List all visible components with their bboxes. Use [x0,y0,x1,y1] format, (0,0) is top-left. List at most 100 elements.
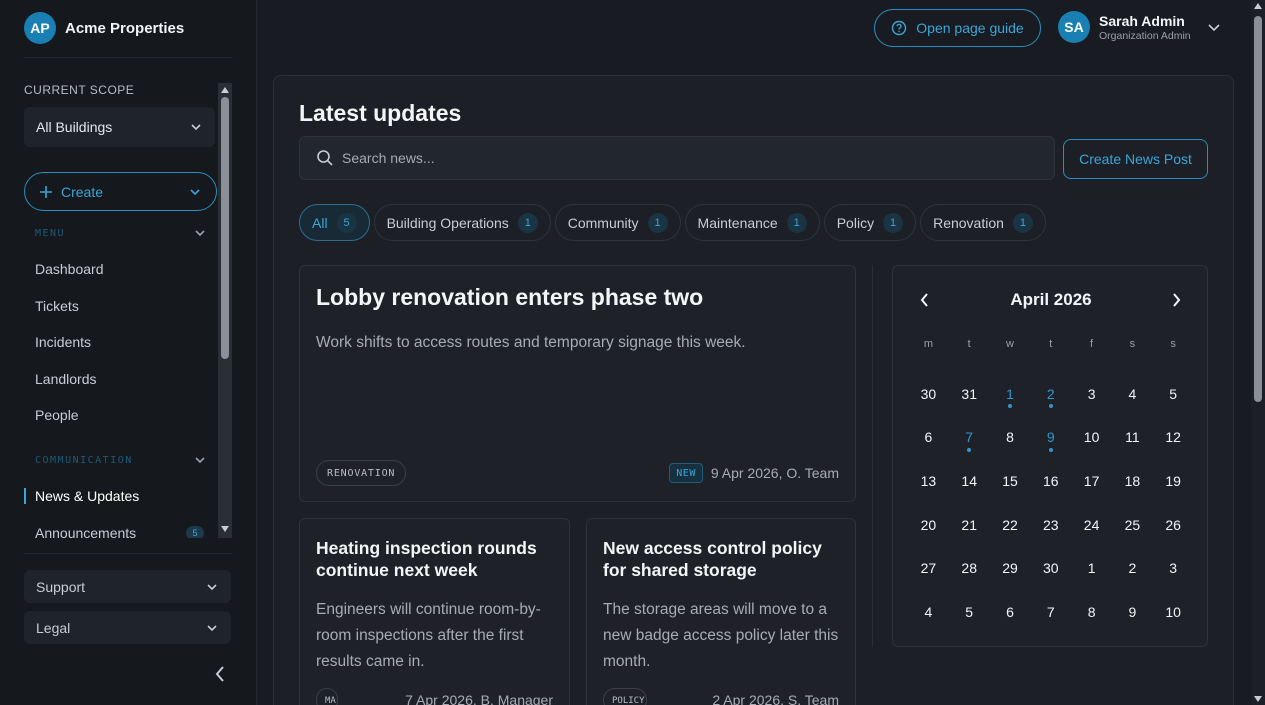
scope-value: All Buildings [36,119,113,135]
calendar-days: 30 31 1 2 3 4 5 6 7 8 9 10 11 12 13 14 15 16 17 18 19 20 21 22 2… [908,372,1194,634]
filter-chip-policy[interactable]: Policy 1 [823,204,917,241]
calendar-day[interactable]: 11 [1112,416,1153,460]
calendar-day[interactable]: 21 [949,503,990,547]
menu-section-toggle[interactable]: MENU [35,226,207,240]
calendar-day[interactable]: 30 [908,372,949,416]
brand[interactable]: AP Acme Properties [24,12,184,44]
filter-label: Renovation [933,214,1004,231]
calendar-day[interactable]: 20 [908,503,949,547]
calendar-day[interactable]: 22 [990,503,1031,547]
calendar-day[interactable]: 2 [1030,372,1071,416]
weekday-label: w [1006,338,1014,350]
calendar-day[interactable]: 27 [908,546,949,590]
search-input[interactable] [342,150,992,166]
communication-section-label: COMMUNICATION [35,454,133,466]
calendar-day[interactable]: 17 [1071,459,1112,503]
calendar-day[interactable]: 28 [949,546,990,590]
calendar-day[interactable]: 8 [990,416,1031,460]
calendar-day[interactable]: 12 [1153,416,1194,460]
calendar-day[interactable]: 7 [1030,590,1071,634]
calendar-day[interactable]: 4 [1112,372,1153,416]
chevron-down-icon [207,583,217,590]
calendar-day[interactable]: 7 [949,416,990,460]
calendar-day[interactable]: 1 [990,372,1031,416]
plus-icon [40,185,52,198]
filter-count: 1 [883,212,904,233]
page-scrollbar[interactable] [1251,0,1265,705]
calendar-day[interactable]: 14 [949,459,990,503]
calendar-day[interactable]: 25 [1112,503,1153,547]
weekday-label: t [967,338,971,350]
open-page-guide-label: Open page guide [916,20,1024,36]
calendar-day[interactable]: 9 [1112,590,1153,634]
scroll-down-icon[interactable] [1254,696,1262,702]
scope-select[interactable]: All Buildings [24,107,215,147]
news-card[interactable]: Heating inspection rounds continue next … [299,518,570,705]
filter-chip-community[interactable]: Community 1 [554,204,681,241]
sidebar-item-landlords[interactable]: Landlords [35,371,97,387]
news-date-author: 2 Apr 2026, S. Team [712,692,839,705]
featured-news-card[interactable]: Lobby renovation enters phase two Work s… [299,265,856,502]
support-label: Support [36,578,86,595]
calendar-day[interactable]: 26 [1153,503,1194,547]
calendar-day[interactable]: 5 [1153,372,1194,416]
calendar-day[interactable]: 18 [1112,459,1153,503]
calendar-day[interactable]: 24 [1071,503,1112,547]
filter-chip-building-operations[interactable]: Building Operations 1 [373,204,551,241]
sidebar-item-people[interactable]: People [35,407,79,423]
calendar-day[interactable]: 1 [1071,546,1112,590]
calendar-day[interactable]: 3 [1153,546,1194,590]
sidebar-item-incidents[interactable]: Incidents [35,334,91,350]
news-card[interactable]: New access control policy for shared sto… [586,518,856,705]
calendar-day[interactable]: 5 [949,590,990,634]
weekday-label: t [1049,338,1053,350]
active-indicator [24,488,26,504]
scroll-up-icon[interactable] [221,87,229,93]
sidebar-item-dashboard[interactable]: Dashboard [35,261,104,277]
legal-select[interactable]: Legal [24,611,231,644]
calendar-day[interactable]: 6 [990,590,1031,634]
page-title: Latest updates [299,100,462,126]
calendar-day[interactable]: 3 [1071,372,1112,416]
scroll-up-icon[interactable] [1254,3,1262,9]
create-news-post-button[interactable]: Create News Post [1063,139,1208,179]
create-label: Create [61,183,104,200]
calendar-day[interactable]: 4 [908,590,949,634]
calendar-day[interactable]: 31 [949,372,990,416]
filter-chips: All 5 Building Operations 1 Community 1 … [299,204,1046,241]
filter-chip-maintenance[interactable]: Maintenance 1 [684,204,820,241]
sidebar-item-news-updates[interactable]: News & Updates [35,488,139,504]
filter-label: All [312,214,328,231]
calendar-day[interactable]: 19 [1153,459,1194,503]
communication-section-toggle[interactable]: COMMUNICATION [35,453,207,467]
calendar-day[interactable]: 13 [908,459,949,503]
open-page-guide-button[interactable]: Open page guide [874,9,1041,47]
calendar-day[interactable]: 8 [1071,590,1112,634]
calendar-day[interactable]: 6 [908,416,949,460]
calendar-day[interactable]: 30 [1030,546,1071,590]
create-button[interactable]: Create [24,172,217,211]
calendar-day[interactable]: 23 [1030,503,1071,547]
calendar-day[interactable]: 16 [1030,459,1071,503]
sidebar-scroll-thumb[interactable] [221,97,229,359]
filter-chip-renovation[interactable]: Renovation 1 [920,204,1046,241]
calendar-day[interactable]: 29 [990,546,1031,590]
calendar-day[interactable]: 10 [1153,590,1194,634]
calendar-day[interactable]: 10 [1071,416,1112,460]
sidebar-scrollbar[interactable] [218,83,232,538]
calendar-day[interactable]: 9 [1030,416,1071,460]
filter-chip-all[interactable]: All 5 [299,204,370,241]
news-title: New access control policy for shared sto… [603,538,822,580]
calendar-next-button[interactable] [1164,288,1188,312]
user-menu[interactable]: SA Sarah Admin Organization Admin [1058,11,1222,43]
sidebar: AP Acme Properties CURRENT SCOPE All Bui… [0,0,257,705]
calendar-day[interactable]: 15 [990,459,1031,503]
scroll-down-icon[interactable] [221,526,229,532]
page-scroll-thumb[interactable] [1254,16,1262,402]
calendar-day[interactable]: 2 [1112,546,1153,590]
sidebar-item-tickets[interactable]: Tickets [35,298,79,314]
news-description: The storage areas will move to a new bad… [603,601,839,670]
search-box[interactable] [299,136,1055,180]
support-select[interactable]: Support [24,570,231,603]
collapse-sidebar-button[interactable] [210,662,230,686]
